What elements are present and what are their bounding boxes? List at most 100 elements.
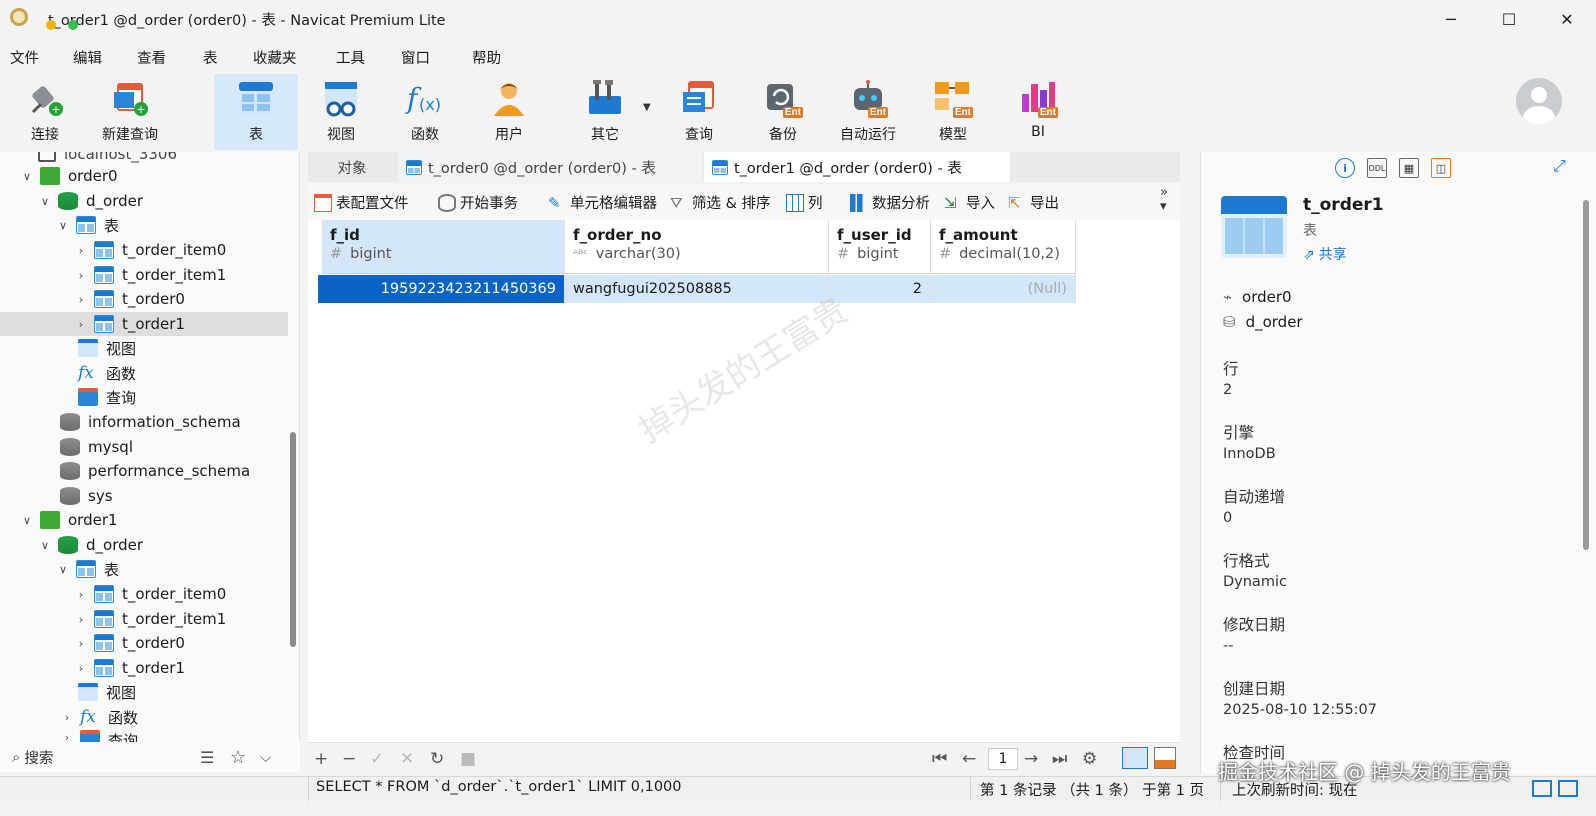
- stop-icon[interactable]: ■: [460, 749, 476, 769]
- tree-functions-group[interactable]: › fx 函数: [60, 705, 138, 729]
- chevron-down-icon[interactable]: ∨: [56, 562, 70, 576]
- tree-queries-group[interactable]: 查询: [78, 385, 136, 409]
- table-cell[interactable]: (Null): [931, 275, 1076, 303]
- view-button[interactable]: 视图: [306, 74, 376, 150]
- star-icon[interactable]: ☆: [230, 747, 246, 768]
- chevron-right-icon[interactable]: ›: [74, 317, 88, 331]
- menu-edit[interactable]: 编辑: [73, 47, 102, 68]
- table-button[interactable]: 表: [214, 74, 298, 150]
- column-header-f_user_id[interactable]: f_user_id # bigint: [829, 220, 931, 274]
- chevron-right-icon[interactable]: ›: [74, 587, 88, 601]
- search-input[interactable]: 搜索: [24, 747, 53, 768]
- user-button[interactable]: 用户: [474, 74, 544, 150]
- tree-db-d_order[interactable]: ∨ d_order: [38, 533, 143, 557]
- maximize-button[interactable]: ☐: [1480, 0, 1538, 38]
- tree-table-item[interactable]: › t_order0: [74, 631, 185, 655]
- tree-table-item[interactable]: › t_order_item0: [74, 582, 226, 606]
- tree-views-group[interactable]: 视图: [78, 336, 136, 360]
- first-page-icon[interactable]: ⏮: [932, 749, 947, 769]
- form-view-icon[interactable]: [1154, 747, 1176, 769]
- tree-tables-group[interactable]: ∨ 表: [56, 213, 119, 237]
- user-avatar[interactable]: [1516, 78, 1562, 124]
- column-header-f_amount[interactable]: f_amount # decimal(10,2): [931, 220, 1076, 274]
- filter-sort-button[interactable]: ⛛ 筛选 & 排序: [670, 192, 771, 213]
- chevron-right-icon[interactable]: ›: [74, 292, 88, 306]
- discard-changes-icon[interactable]: ✕: [400, 749, 414, 769]
- tree-table-item[interactable]: › t_order_item0: [74, 238, 226, 262]
- menu-favorites[interactable]: 收藏夹: [253, 47, 297, 68]
- chevron-down-icon[interactable]: ∨: [38, 538, 52, 552]
- tree-functions-group[interactable]: fx 函数: [78, 361, 136, 385]
- info-icon[interactable]: i: [1335, 158, 1355, 178]
- chevron-right-icon[interactable]: ›: [74, 268, 88, 282]
- page-number-input[interactable]: 1: [988, 748, 1018, 770]
- table-profile-button[interactable]: 表配置文件: [314, 192, 409, 213]
- table-cell[interactable]: 2: [829, 275, 931, 303]
- chevron-right-icon[interactable]: ›: [74, 243, 88, 257]
- connect-button[interactable]: + 连接: [10, 74, 80, 150]
- chevron-right-icon[interactable]: ›: [60, 710, 74, 724]
- automation-button[interactable]: Ent 自动运行: [825, 74, 911, 150]
- columns-button[interactable]: 列: [786, 192, 823, 213]
- grid-view-icon[interactable]: [1122, 747, 1148, 769]
- tree-connection-order1[interactable]: ∨ order1: [20, 508, 118, 532]
- close-button[interactable]: ✕: [1538, 0, 1596, 38]
- tree-db-information-schema[interactable]: information_schema: [60, 410, 241, 434]
- expand-icon[interactable]: ⤢: [1553, 156, 1566, 176]
- import-button[interactable]: ⇲ 导入: [944, 192, 995, 213]
- tree-db-mysql[interactable]: mysql: [60, 435, 133, 459]
- other-button[interactable]: 其它: [570, 74, 640, 150]
- menu-view[interactable]: 查看: [137, 47, 166, 68]
- begin-transaction-button[interactable]: 开始事务: [438, 192, 518, 213]
- settings-gear-icon[interactable]: ⚙: [1082, 749, 1097, 769]
- chevron-down-icon[interactable]: ∨: [56, 218, 70, 232]
- add-record-icon[interactable]: +: [314, 749, 328, 769]
- tab-t_order1[interactable]: t_order1 @d_order (order0) - 表: [704, 152, 1010, 182]
- chevron-down-icon[interactable]: ∨: [38, 194, 52, 208]
- chevron-down-icon[interactable]: ∨: [20, 513, 34, 527]
- tree-db-performance-schema[interactable]: performance_schema: [60, 459, 250, 483]
- column-header-f_id[interactable]: f_id # bigint: [322, 220, 565, 274]
- table-cell[interactable]: 1959223423211450369: [322, 275, 565, 303]
- tree-table-item[interactable]: › t_order1: [74, 656, 185, 680]
- previous-page-icon[interactable]: ←: [962, 749, 976, 769]
- chevron-right-icon[interactable]: ›: [74, 636, 88, 650]
- menu-help[interactable]: 帮助: [472, 47, 501, 68]
- backup-button[interactable]: Ent 备份: [748, 74, 818, 150]
- er-diagram-icon[interactable]: ◫: [1431, 158, 1451, 178]
- layout-toggle-icon[interactable]: [1558, 780, 1578, 797]
- menu-window[interactable]: 窗口: [401, 47, 430, 68]
- table-cell[interactable]: wangfugui202508885: [565, 275, 829, 303]
- data-analysis-button[interactable]: 数据分析: [850, 192, 930, 213]
- share-link[interactable]: ⇗ 共享: [1303, 244, 1347, 264]
- chevron-down-icon[interactable]: ∨: [20, 169, 34, 183]
- menu-tools[interactable]: 工具: [336, 47, 365, 68]
- tab-objects[interactable]: 对象: [308, 152, 396, 182]
- bi-button[interactable]: Ent BI: [1003, 74, 1073, 150]
- export-button[interactable]: ⇱ 导出: [1008, 192, 1059, 213]
- new-query-button[interactable]: + 新建查询: [95, 74, 165, 150]
- refresh-icon[interactable]: ↻: [430, 749, 444, 769]
- tree-connection-order0[interactable]: ∨ order0: [20, 164, 118, 188]
- filter-icon[interactable]: ☰: [200, 748, 214, 767]
- function-button[interactable]: f (x) 函数: [390, 74, 460, 150]
- tree-table-item[interactable]: › t_order0: [74, 287, 185, 311]
- collapse-icon[interactable]: ⌵: [260, 748, 271, 766]
- tree-db-sys[interactable]: sys: [60, 484, 113, 508]
- column-header-f_order_no[interactable]: f_order_no ᴬᴮᶜ varchar(30): [565, 220, 829, 274]
- ddl-icon[interactable]: DDL: [1367, 158, 1387, 178]
- tree-scrollbar[interactable]: [290, 432, 296, 647]
- chevron-right-icon[interactable]: ›: [74, 661, 88, 675]
- last-page-icon[interactable]: ⏭: [1052, 749, 1067, 769]
- tree-table-item[interactable]: › t_order_item1: [74, 607, 226, 631]
- tree-views-group[interactable]: 视图: [78, 680, 136, 704]
- apply-changes-icon[interactable]: ✓: [370, 749, 384, 769]
- model-button[interactable]: Ent 模型: [918, 74, 988, 150]
- menu-table[interactable]: 表: [203, 47, 218, 68]
- tree-table-item-selected[interactable]: › t_order1: [0, 312, 288, 336]
- tree-table-item[interactable]: › t_order_item1: [74, 263, 226, 287]
- layout-toggle-icon[interactable]: [1532, 780, 1552, 797]
- cell-editor-button[interactable]: ✎ 单元格编辑器: [548, 192, 657, 213]
- next-page-icon[interactable]: →: [1024, 749, 1038, 769]
- tab-t_order0[interactable]: t_order0 @d_order (order0) - 表: [398, 152, 702, 182]
